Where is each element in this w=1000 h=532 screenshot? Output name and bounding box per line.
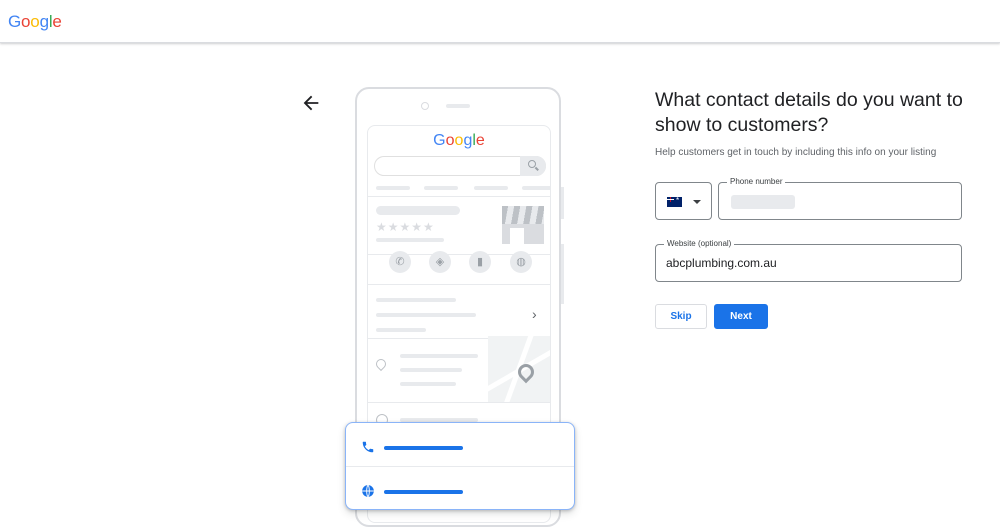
top-bar: Google <box>0 0 1000 43</box>
logo-letter: g <box>39 12 49 31</box>
next-button[interactable]: Next <box>714 304 768 329</box>
website-placeholder-bar <box>384 490 463 494</box>
rating-stars-icon: ★★★★★ <box>376 220 435 234</box>
australia-flag-icon <box>667 196 682 207</box>
placeholder-line <box>474 186 508 190</box>
contact-phone-row <box>346 423 574 467</box>
phone-icon <box>362 441 374 453</box>
logo-letter: o <box>445 132 455 149</box>
phone-icon: ✆ <box>389 251 411 273</box>
divider <box>368 284 550 285</box>
placeholder-line <box>376 313 476 317</box>
website-field[interactable]: Website (optional) <box>655 239 962 282</box>
phone-google-logo: Google <box>368 132 550 150</box>
search-icon <box>520 156 546 176</box>
logo-letter: e <box>52 12 62 31</box>
divider <box>368 196 550 197</box>
divider <box>368 402 550 403</box>
placeholder-line <box>376 206 460 215</box>
skip-button[interactable]: Skip <box>655 304 707 329</box>
website-input[interactable] <box>656 245 961 281</box>
phone-search-bar <box>374 156 546 176</box>
phone-side-button <box>561 244 564 304</box>
directions-icon: ◈ <box>429 251 451 273</box>
placeholder-line <box>522 186 550 190</box>
contact-preview-card <box>345 422 575 510</box>
placeholder-line <box>424 186 458 190</box>
logo-letter: g <box>463 132 473 149</box>
logo-letter: G <box>8 12 22 31</box>
page-subtitle: Help customers get in touch by including… <box>655 147 937 158</box>
logo-letter: e <box>475 132 485 149</box>
phone-side-button <box>561 187 564 219</box>
logo-letter: G <box>433 132 446 149</box>
phone-number-input[interactable] <box>719 183 961 219</box>
logo-letter: o <box>21 12 31 31</box>
placeholder-line <box>376 298 456 302</box>
bookmark-icon: ▮ <box>469 251 491 273</box>
country-code-select[interactable] <box>655 182 712 220</box>
dropdown-arrow-icon <box>693 200 701 204</box>
logo-letter: o <box>30 12 40 31</box>
phone-placeholder-bar <box>384 446 463 450</box>
phone-speaker <box>446 104 470 108</box>
globe-icon <box>362 484 374 498</box>
placeholder-line <box>376 328 426 332</box>
google-logo[interactable]: Google <box>8 12 62 32</box>
placeholder-line <box>400 368 462 372</box>
chevron-right-icon: › <box>532 306 537 322</box>
placeholder-line <box>376 186 410 190</box>
phone-camera <box>421 102 429 110</box>
back-arrow-icon[interactable] <box>300 92 322 114</box>
share-icon: ◍ <box>510 251 532 273</box>
placeholder-line <box>400 354 478 358</box>
placeholder-line <box>376 238 444 242</box>
map-thumbnail <box>482 331 550 409</box>
page-title: What contact details do you want to show… <box>655 89 963 136</box>
storefront-icon <box>502 206 544 244</box>
contact-website-row <box>346 467 574 511</box>
phone-number-field[interactable]: Phone number <box>718 177 962 220</box>
placeholder-line <box>400 382 456 386</box>
location-pin-icon <box>373 356 389 372</box>
